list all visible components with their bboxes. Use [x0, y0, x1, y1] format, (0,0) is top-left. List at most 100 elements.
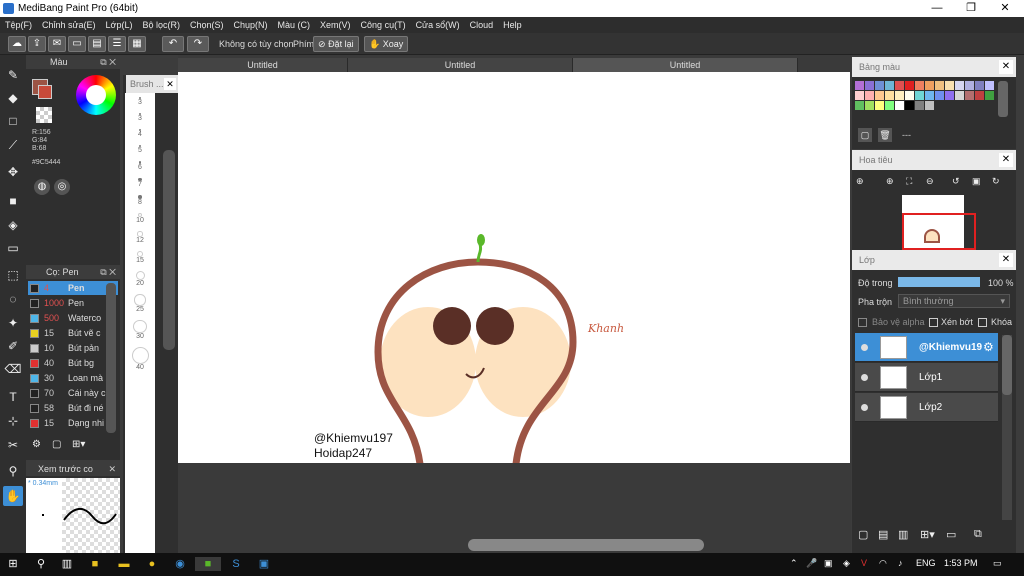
select-pen-tool-icon[interactable]: ✐ [3, 336, 23, 356]
shape-tool-icon[interactable]: □ [3, 111, 23, 131]
palette-swatch[interactable] [895, 101, 904, 110]
grid-icon[interactable]: ▦ [128, 36, 146, 52]
palette-swatch[interactable] [905, 101, 914, 110]
minimize-button[interactable]: — [922, 1, 952, 16]
menu-color[interactable]: Màu (C) [273, 17, 316, 33]
brush-size-item[interactable]: 20 [125, 271, 155, 287]
brush-item[interactable]: 58 Bút đi né [28, 401, 118, 415]
palette-swatch[interactable] [855, 91, 864, 100]
panel-close-icon[interactable]: ✕ [999, 153, 1013, 167]
palette-swatch[interactable] [905, 91, 914, 100]
palette-swatch[interactable] [945, 91, 954, 100]
palette-swatch[interactable] [925, 81, 934, 90]
move-tool-icon[interactable]: ✥ [3, 162, 23, 182]
palette-swatch[interactable] [975, 91, 984, 100]
palette-swatch[interactable] [955, 91, 964, 100]
line-tool-icon[interactable]: ⟋ [3, 135, 23, 155]
eyedropper-tool-icon[interactable]: ⚲ [3, 461, 23, 481]
palette-swatch[interactable] [975, 81, 984, 90]
file-explorer-icon[interactable]: ▬ [117, 557, 131, 571]
palette-swatch[interactable] [895, 91, 904, 100]
menu-edit[interactable]: Chỉnh sửa(E) [37, 17, 101, 33]
divide-tool-icon[interactable]: ✂ [3, 435, 23, 455]
tab-untitled-3[interactable]: Untitled [573, 58, 798, 72]
reset-button[interactable]: ⊘ Đặt lại [313, 36, 359, 52]
brush-size-item[interactable]: 6 [125, 161, 155, 171]
chrome-icon[interactable]: ● [145, 557, 159, 571]
rotate-right-icon[interactable]: ↻ [992, 176, 1000, 187]
windows-start-icon[interactable]: ⊞ [6, 557, 20, 571]
clock[interactable]: 1:53 PM [944, 558, 978, 568]
brush-size-item[interactable]: 30 [125, 319, 155, 340]
visibility-icon[interactable] [861, 404, 868, 411]
palette-swatch[interactable] [945, 81, 954, 90]
menu-view[interactable]: Xem(V) [315, 17, 356, 33]
palette-scrollbar[interactable] [998, 81, 1008, 117]
palette-swatch[interactable] [895, 81, 904, 90]
palette-delete-icon[interactable]: 🗑 [878, 128, 892, 142]
text-tool-icon[interactable]: T [3, 387, 23, 407]
palette-swatch[interactable] [925, 101, 934, 110]
blend-mode-select[interactable]: Bình thường ▾ [898, 294, 1010, 308]
search-icon[interactable]: ⚲ [34, 557, 48, 571]
palette-swatch[interactable] [965, 91, 974, 100]
palette-swatch[interactable] [875, 101, 884, 110]
opacity-slider[interactable] [898, 277, 980, 287]
folder-icon[interactable]: ▭ [946, 528, 956, 541]
reset-view-icon[interactable]: ▣ [972, 176, 981, 187]
zoom-in-icon[interactable]: ⊕ [886, 176, 894, 187]
palette-swatch[interactable] [885, 101, 894, 110]
brush-size-item[interactable]: 25 [125, 294, 155, 313]
select-eraser-tool-icon[interactable]: ⌫ [3, 359, 23, 379]
operation-tool-icon[interactable]: ⊹ [3, 411, 23, 431]
menu-file[interactable]: Tệp(F) [0, 17, 37, 33]
panel-close-icon[interactable]: ✕ [108, 462, 116, 476]
gear-icon[interactable]: ⚙ [983, 340, 994, 354]
menu-window[interactable]: Cửa sổ(W) [411, 17, 465, 33]
brush-settings-icon[interactable]: ⚙ [32, 439, 46, 453]
palette-settings-icon[interactable]: ◎ [54, 179, 70, 195]
add-brush-icon[interactable]: ⊞▾ [72, 439, 90, 453]
palette-swatch[interactable] [875, 81, 884, 90]
brush-item[interactable]: 15 Bút vẽ c [28, 326, 118, 340]
undo-icon[interactable]: ↶ [162, 36, 184, 52]
navigator-viewport[interactable] [902, 213, 976, 250]
palette-swatch[interactable] [985, 91, 994, 100]
bucket-tool-icon[interactable]: ◈ [3, 215, 23, 235]
new-layer-icon[interactable]: ▢ [858, 528, 868, 541]
menu-cloud[interactable]: Cloud [465, 17, 499, 33]
brush-scrollbar[interactable] [106, 283, 116, 433]
palette-swatch[interactable] [855, 101, 864, 110]
menu-help[interactable]: Help [498, 17, 527, 33]
app-taskbar-icon[interactable]: ▣ [257, 557, 271, 571]
medibang-taskbar-icon[interactable]: ■ [195, 557, 221, 571]
palette-swatch[interactable] [865, 81, 874, 90]
palette-swatch[interactable] [875, 91, 884, 100]
clipping-checkbox[interactable] [929, 318, 938, 327]
tray-v-icon[interactable]: V [861, 558, 867, 568]
hand-tool-icon[interactable]: ✋ [3, 486, 23, 506]
brush-item[interactable]: 70 Cái này c [28, 386, 118, 400]
palette-swatch[interactable] [855, 81, 864, 90]
panel-close-icon[interactable]: ✕ [164, 78, 176, 90]
palette-swatch[interactable] [905, 81, 914, 90]
lasso-tool-icon[interactable]: ◌ [3, 289, 23, 309]
palette-swatch[interactable] [915, 101, 924, 110]
comment-icon[interactable]: ✉ [48, 36, 66, 52]
panel-close-icon[interactable]: ⧉ ✕ [100, 55, 116, 69]
task-view-icon[interactable]: ▥ [60, 557, 74, 571]
visibility-icon[interactable] [861, 374, 868, 381]
panel-close-icon[interactable]: ✕ [999, 253, 1013, 267]
palette-swatch[interactable] [915, 91, 924, 100]
brush-item[interactable]: 40 Bút bg [28, 356, 118, 370]
layer-row[interactable]: @Khiemvu19 ⚙ [855, 333, 998, 362]
new-layer-8bit-icon[interactable]: ▥ [898, 528, 908, 541]
brush-item[interactable]: 4 Pen [28, 281, 118, 295]
palette-swatch[interactable] [955, 81, 964, 90]
panel-close-icon[interactable]: ⧉ ✕ [100, 265, 116, 279]
fit-icon[interactable]: ⛶ [906, 176, 912, 187]
eraser-tool-icon[interactable]: ◆ [3, 88, 23, 108]
rotate-button[interactable]: ✋ Xoay [364, 36, 409, 52]
brush-size-item[interactable]: 8 [125, 195, 155, 206]
list-icon[interactable]: ☰ [108, 36, 126, 52]
